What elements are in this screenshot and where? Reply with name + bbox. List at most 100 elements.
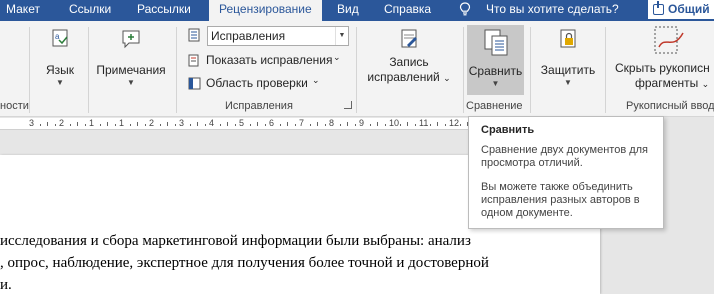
ruler-tick: [309, 124, 311, 126]
ruler-tick: [114, 124, 116, 126]
share-icon: [653, 1, 664, 15]
ruler-number: 10: [389, 118, 400, 128]
hide-ink-label-1: Скрыть рукописн: [615, 61, 710, 75]
ruler-tick: [279, 124, 281, 126]
ruler-tick: [399, 124, 401, 126]
ruler-tick: [347, 122, 348, 126]
language-button[interactable]: a Язык ▼: [38, 23, 82, 88]
hide-ink-button[interactable]: Скрыть рукописн фрагменты ⌄: [611, 23, 714, 92]
show-markup-label: Показать исправления: [206, 53, 333, 67]
ruler-tick: [324, 124, 326, 126]
tell-me-label: Что вы хотите сделать?: [486, 2, 619, 16]
separator: [530, 27, 531, 113]
ruler-number: 5: [239, 118, 245, 128]
tab-references[interactable]: Ссылки: [69, 0, 111, 21]
tooltip-description: Сравнение двух документов для просмотра …: [481, 144, 649, 169]
separator: [463, 27, 464, 113]
separator: [29, 27, 30, 113]
ruler-tick: [234, 124, 236, 126]
ruler-tick: [294, 124, 296, 126]
chevron-down-icon[interactable]: ▼: [335, 27, 348, 45]
ruler-tick: [257, 122, 258, 126]
dialog-launcher-icon[interactable]: [344, 101, 352, 109]
ruler-tick: [339, 124, 341, 126]
ruler-number: 12: [449, 118, 460, 128]
chevron-down-icon: ⌄: [443, 73, 451, 83]
ruler-tick: [69, 124, 71, 126]
ruler-tick: [189, 124, 191, 126]
ruler-tick: [287, 122, 288, 126]
ruler-tick: [249, 124, 251, 126]
ruler-tick: [197, 122, 198, 126]
comment-icon: [122, 30, 140, 49]
chevron-down-icon: ⌄: [701, 79, 710, 89]
ruler-number: 2: [149, 118, 155, 128]
ruler-tick: [264, 124, 266, 126]
ruler-number: 1: [89, 118, 95, 128]
ruler-tick: [167, 122, 168, 126]
ruler-number: 7: [299, 118, 305, 128]
compare-button[interactable]: Сравнить ▼: [467, 25, 524, 95]
tooltip-title: Сравнить: [481, 124, 535, 136]
tab-mailings[interactable]: Рассылки: [137, 0, 191, 21]
group-label-tracking: Исправления: [225, 100, 293, 112]
track-changes-icon: [401, 29, 417, 48]
tab-layout[interactable]: Макет: [6, 0, 40, 21]
show-markup-icon: [188, 54, 199, 67]
ruler-number: 3: [179, 118, 185, 128]
chevron-down-icon: ⌄: [312, 75, 320, 85]
ruler-tick: [459, 124, 461, 126]
ruler-tick: [377, 122, 378, 126]
track-changes-label-2: исправлений ⌄: [367, 70, 451, 84]
ruler-tick: [219, 124, 221, 126]
tab-help[interactable]: Справка: [384, 0, 431, 21]
ruler-number: 6: [269, 118, 275, 128]
display-for-review-value: Исправления: [211, 29, 286, 43]
track-changes-button[interactable]: Запись исправлений ⌄: [361, 23, 457, 86]
tab-view[interactable]: Вид: [337, 0, 359, 21]
protect-button[interactable]: Защитить ▼: [535, 23, 601, 88]
ruler-tick: [144, 124, 146, 126]
tab-review[interactable]: Рецензирование: [209, 0, 322, 21]
reviewing-pane-label: Область проверки: [206, 76, 308, 90]
reviewing-pane-icon: [188, 77, 201, 90]
ruler-tick: [159, 124, 161, 126]
group-label-partial: ности: [0, 100, 29, 112]
share-label: Общий: [668, 2, 710, 16]
protect-label: Защитить: [540, 63, 596, 77]
group-label-ink: Рукописный ввод: [626, 100, 714, 112]
ruler-number: 1: [119, 118, 125, 128]
comments-label: Примечания: [96, 63, 166, 77]
chevron-down-icon: ⌄: [333, 52, 341, 62]
protect-icon: [560, 29, 576, 48]
document-line: и.: [0, 277, 12, 293]
comments-button[interactable]: Примечания ▼: [93, 23, 169, 88]
ruler-tick: [444, 124, 446, 126]
chevron-down-icon: ▼: [491, 79, 500, 88]
lightbulb-icon: [459, 2, 471, 16]
display-for-review-select[interactable]: Исправления ▼: [207, 26, 349, 46]
separator: [356, 27, 357, 113]
ruler-tick: [137, 122, 138, 126]
ruler-number: 4: [209, 118, 215, 128]
ruler-number: 3: [29, 118, 35, 128]
ruler-tick: [84, 124, 86, 126]
ruler-number: 11: [419, 118, 429, 128]
ruler-number: 8: [329, 118, 335, 128]
ruler-tick: [384, 124, 386, 126]
hide-ink-label-2: фрагменты ⌄: [635, 76, 710, 90]
tooltip-detail: Вы можете также объединить исправления р…: [481, 181, 640, 219]
ruler-number: 9: [359, 118, 365, 128]
ruler-tick: [369, 124, 371, 126]
ruler-tick: [174, 124, 176, 126]
ribbon-tab-bar: Макет Ссылки Рассылки Рецензирование Вид…: [0, 0, 714, 21]
svg-text:a: a: [55, 32, 60, 41]
separator: [88, 27, 89, 113]
group-label-compare: Сравнение: [466, 100, 523, 112]
ink-icon: [654, 26, 684, 54]
separator: [176, 27, 177, 113]
ruler-tick: [429, 124, 431, 126]
compare-label: Сравнить: [468, 64, 523, 78]
share-button[interactable]: Общий: [648, 0, 714, 19]
display-for-review-icon: [188, 28, 200, 42]
